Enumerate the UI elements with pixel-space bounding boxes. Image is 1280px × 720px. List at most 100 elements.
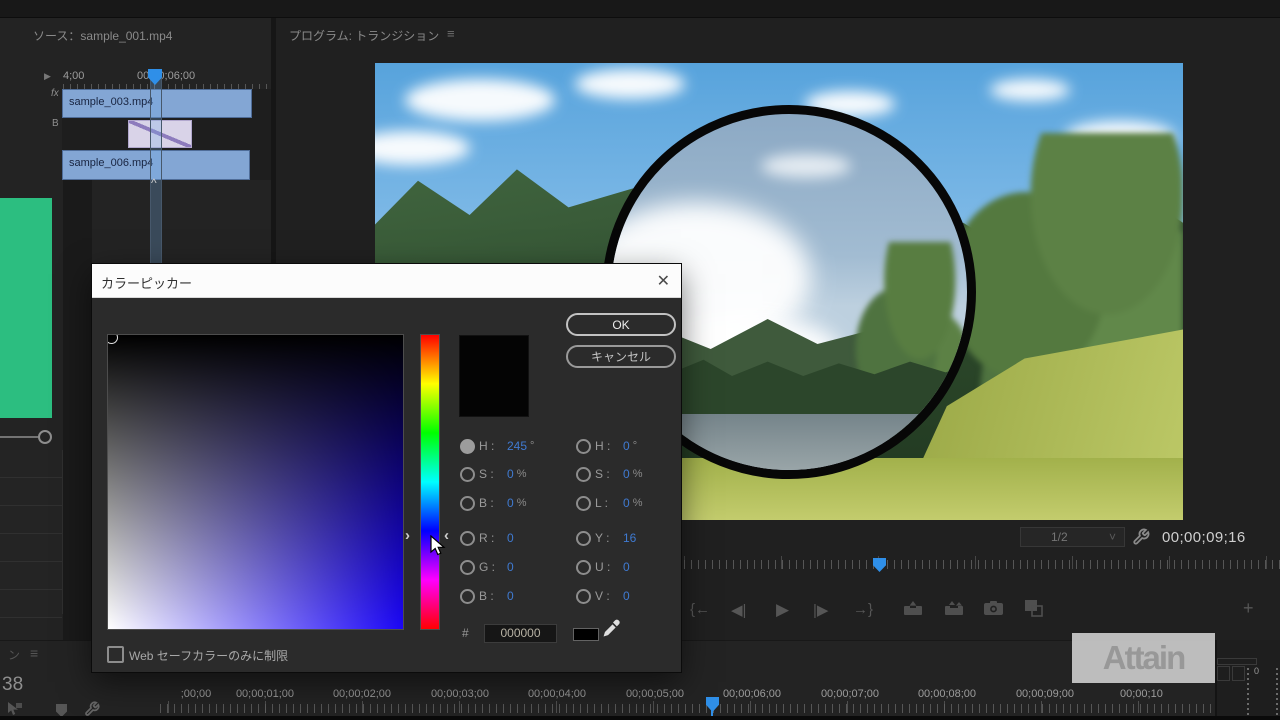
program-panel-menu-icon[interactable]: ≡ — [447, 26, 455, 41]
color-field-selector[interactable] — [107, 334, 118, 344]
timeline-ruler-major-ticks — [168, 701, 1215, 713]
field-yuv-y: Y :16 — [576, 530, 639, 546]
cancel-button[interactable]: キャンセル — [566, 345, 676, 368]
ok-button[interactable]: OK — [566, 313, 676, 336]
radio-yuv-u[interactable] — [576, 560, 591, 575]
field-value[interactable]: 0 — [507, 560, 514, 574]
field-label: Y : — [595, 531, 623, 545]
close-icon[interactable]: ✕ — [657, 271, 670, 291]
source-ruler-label-right: 00;00;06;00 — [137, 70, 195, 82]
ruler-label: 00;00;06;00 — [723, 688, 781, 700]
track-header-rows — [0, 450, 63, 614]
track-row[interactable] — [0, 506, 62, 534]
field-value[interactable]: 0 — [507, 531, 514, 545]
saturation-brightness-field[interactable] — [107, 334, 404, 630]
track-row[interactable] — [0, 562, 62, 590]
radio-hsl-s[interactable] — [576, 467, 591, 482]
field-label: L : — [595, 496, 623, 510]
field-label: H : — [479, 439, 507, 453]
button-editor-plus[interactable]: + — [1243, 598, 1254, 619]
goto-out-button[interactable]: →} — [853, 601, 873, 618]
attain-watermark: Attain — [1072, 633, 1215, 683]
timeline-menu-icon[interactable]: ≡ — [30, 645, 38, 661]
dialog-title-bar[interactable]: カラーピッカー ✕ — [92, 264, 681, 298]
field-value[interactable]: 245 — [507, 439, 527, 453]
comparison-view-icon[interactable] — [1024, 599, 1044, 617]
hue-slider-strip[interactable] — [420, 334, 440, 630]
snap-icon[interactable]: ン — [8, 646, 20, 663]
field-hsb-b: B :0% — [460, 495, 526, 511]
track-row[interactable] — [0, 534, 62, 562]
source-play-toggle-icon[interactable]: ▶ — [44, 71, 51, 82]
lift-icon[interactable] — [903, 601, 923, 616]
field-value[interactable]: 0 — [623, 467, 630, 481]
field-value[interactable]: 0 — [623, 496, 630, 510]
radio-yuv-v[interactable] — [576, 589, 591, 604]
cloud — [990, 79, 1070, 101]
radio-hsl-l[interactable] — [576, 496, 591, 511]
hue-slider-arrow-left[interactable]: › — [405, 527, 410, 544]
meter-zero-label: 0 — [1254, 666, 1259, 676]
field-value[interactable]: 0 — [507, 589, 514, 603]
extract-icon[interactable] — [944, 601, 964, 616]
source-track-b-label: B — [52, 118, 59, 129]
cloud — [761, 154, 851, 178]
cloud — [575, 69, 685, 99]
radio-hsl-h[interactable] — [576, 439, 591, 454]
field-value[interactable]: 0 — [507, 496, 514, 510]
cloud — [405, 79, 555, 121]
dialog-title: カラーピッカー — [101, 273, 192, 292]
step-back-button[interactable]: ◀| — [731, 601, 746, 619]
timeline-bottom-edge — [0, 716, 1280, 720]
mouse-cursor — [430, 535, 448, 559]
export-frame-camera-icon[interactable] — [984, 601, 1003, 615]
track-row[interactable] — [0, 450, 62, 478]
web-safe-checkbox[interactable] — [107, 646, 124, 663]
radio-hsb-s[interactable] — [460, 467, 475, 482]
field-suffix: % — [517, 468, 527, 480]
radio-rgb-b[interactable] — [460, 589, 475, 604]
timeline-wrench-icon[interactable] — [84, 701, 100, 717]
field-rgb-g: G :0 — [460, 559, 517, 575]
timeline-timecode-partial: 38 — [2, 674, 23, 696]
step-forward-button[interactable]: |▶ — [813, 601, 828, 619]
zoom-level-select[interactable]: 1/2 ˅ — [1020, 527, 1125, 547]
ruler-label: 00;00;01;00 — [236, 688, 294, 700]
track-select-tool-icon[interactable] — [6, 701, 24, 717]
cancel-button-label: キャンセル — [591, 348, 651, 365]
field-value[interactable]: 0 — [623, 560, 630, 574]
radio-hsb-b[interactable] — [460, 496, 475, 511]
field-hsl-h: H :0° — [576, 438, 637, 454]
field-value[interactable]: 0 — [507, 467, 514, 481]
track-row[interactable] — [0, 478, 62, 506]
chevron-down-icon: ˅ — [1109, 528, 1116, 546]
settings-wrench-icon[interactable] — [1132, 528, 1150, 546]
field-hsb-h: H :245° — [460, 438, 534, 454]
ruler-label: 00;00;08;00 — [918, 688, 976, 700]
eyedropper-icon[interactable] — [601, 618, 623, 640]
radio-rgb-g[interactable] — [460, 560, 475, 575]
track-row[interactable] — [0, 590, 62, 618]
attain-watermark-text: Attain — [1103, 639, 1185, 677]
source-playhead-line[interactable] — [150, 70, 162, 264]
ruler-label: 00;00;07;00 — [821, 688, 879, 700]
slider-track[interactable] — [0, 436, 40, 438]
hex-input[interactable]: 000000 — [484, 624, 557, 643]
program-mini-ruler-major — [684, 556, 1280, 569]
field-suffix: % — [517, 497, 527, 509]
radio-yuv-y[interactable] — [576, 531, 591, 546]
source-panel-title: ソース：sample_001.mp4 — [33, 27, 172, 44]
field-value[interactable]: 16 — [623, 531, 636, 545]
field-label: H : — [595, 439, 623, 453]
field-suffix: ° — [530, 440, 534, 452]
slider-knob[interactable] — [38, 430, 52, 444]
meter-scale-dotted-2 — [1276, 668, 1278, 716]
field-value[interactable]: 0 — [623, 439, 630, 453]
field-value[interactable]: 0 — [623, 589, 630, 603]
field-suffix: % — [633, 497, 643, 509]
play-button[interactable]: ▶ — [776, 600, 789, 620]
radio-hsb-h[interactable] — [460, 439, 475, 454]
goto-in-button[interactable]: {← — [690, 601, 710, 618]
radio-rgb-r[interactable] — [460, 531, 475, 546]
program-timecode[interactable]: 00;00;09;16 — [1162, 529, 1246, 546]
